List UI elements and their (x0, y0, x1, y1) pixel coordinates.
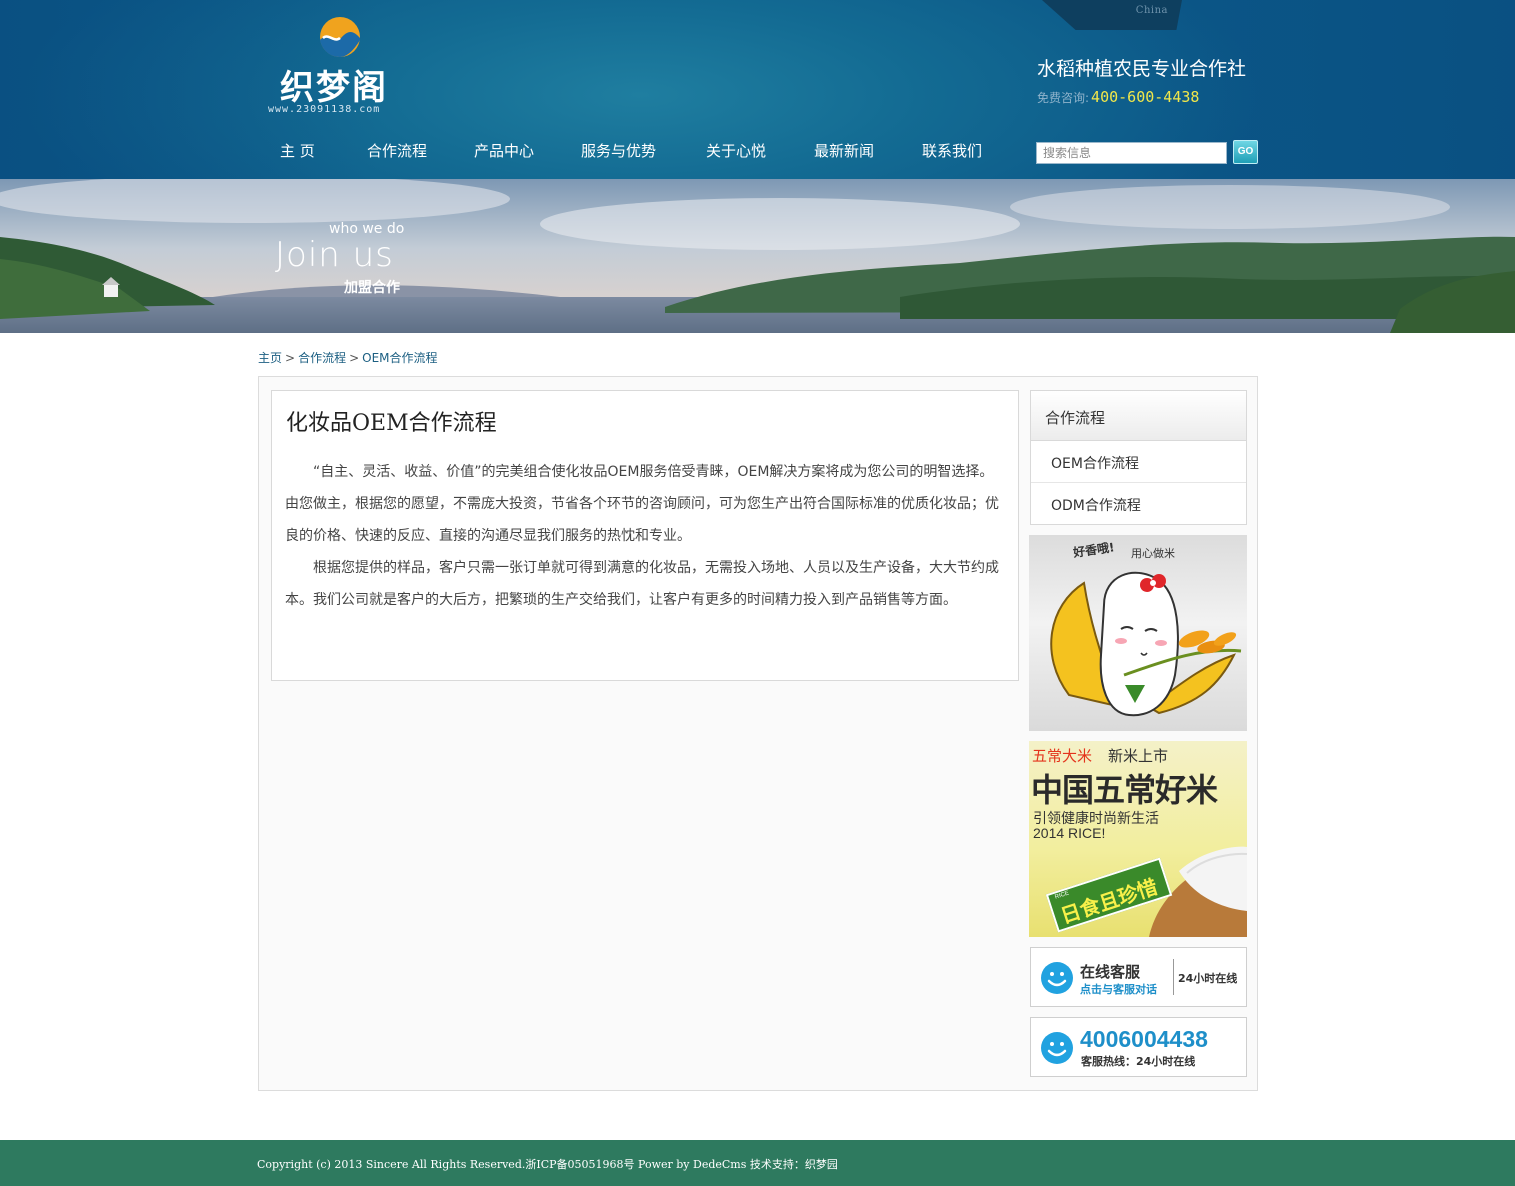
breadcrumb-separator: > (349, 351, 360, 365)
hotline: 免费咨询: 400-600-4438 (1037, 87, 1199, 106)
hotline-phone-number: 4006004438 (1080, 1026, 1208, 1052)
hotline-subtitle: 客服热线：24小时在线 (1081, 1055, 1196, 1068)
page-title: 化妆品OEM合作流程 (286, 411, 497, 436)
promo-wuchang-rice[interactable]: 五常大米 新米上市 中国五常好米 引领健康时尚新生活 2014 RICE! RI… (1029, 741, 1247, 937)
service-subtitle: 点击与客服对话 (1080, 983, 1157, 996)
breadcrumb-current[interactable]: OEM合作流程 (362, 351, 437, 365)
sidebar-title: 合作流程 (1031, 391, 1246, 441)
hotline-label: 免费咨询: (1037, 91, 1090, 105)
nav-item-contact[interactable]: 联系我们 (922, 140, 982, 161)
nav-item-home[interactable]: 主 页 (280, 140, 315, 161)
site-logo[interactable]: 织梦阁 www.23091138.com (266, 14, 412, 118)
promo1-text2: 用心做米 (1131, 547, 1175, 560)
site-header: China 织梦阁 www.23091138.com 水稻种植农民专业合作社 免… (0, 0, 1515, 179)
language-label: China (1135, 5, 1168, 16)
promo-rice-mascot[interactable]: 好香哦! 用心做米 (1029, 535, 1247, 731)
footer-copyright: Copyright (c) 2013 Sincere All Rights Re… (257, 1158, 838, 1171)
nav-item-news[interactable]: 最新新闻 (814, 140, 874, 161)
hotline-number: 400-600-4438 (1091, 88, 1200, 106)
sidebar-item-odm[interactable]: ODM合作流程 (1031, 483, 1246, 525)
logo-emblem-icon (320, 17, 360, 57)
breadcrumb-cooperation[interactable]: 合作流程 (298, 351, 346, 365)
breadcrumb-separator: > (285, 351, 296, 365)
service-title: 在线客服 (1080, 963, 1141, 981)
banner-subtitle-cn: 加盟合作 (344, 280, 400, 296)
sidebar-title-label: 合作流程 (1045, 409, 1106, 427)
sidebar-item-label: ODM合作流程 (1051, 498, 1141, 514)
nav-item-products[interactable]: 产品中心 (474, 140, 534, 161)
hotline-button[interactable]: 4006004438 客服热线：24小时在线 (1030, 1017, 1247, 1077)
cooperative-name: 水稻种植农民专业合作社 (1037, 58, 1247, 80)
smile-icon (1041, 962, 1073, 994)
logo-url: www.23091138.com (268, 104, 381, 115)
nav-item-about[interactable]: 关于心悦 (706, 140, 766, 161)
online-service-button[interactable]: 在线客服 点击与客服对话 24小时在线 (1030, 947, 1247, 1007)
sidebar-item-label: OEM合作流程 (1051, 456, 1139, 472)
sidebar-menu: 合作流程 OEM合作流程 ODM合作流程 (1030, 390, 1247, 525)
article-paragraph: “自主、灵活、收益、价值”的完美组合使化妆品OEM服务倍受青睐，OEM解决方案将… (285, 464, 999, 544)
breadcrumb-home[interactable]: 主页 (258, 351, 282, 365)
nav-item-services[interactable]: 服务与优势 (581, 140, 656, 161)
article-panel: 化妆品OEM合作流程 “自主、灵活、收益、价值”的完美组合使化妆品OEM服务倍受… (271, 390, 1019, 681)
service-hours: 24小时在线 (1178, 972, 1238, 985)
logo-text: 织梦阁 (280, 68, 388, 108)
search-input[interactable] (1036, 142, 1227, 164)
banner-title: Join us (275, 235, 394, 275)
search-go-button[interactable]: GO (1233, 140, 1258, 164)
nav-item-cooperation[interactable]: 合作流程 (367, 140, 427, 161)
page-banner: who we do Join us 加盟合作 (0, 179, 1515, 333)
breadcrumb: 主页 > 合作流程 > OEM合作流程 (258, 349, 438, 366)
site-footer: Copyright (c) 2013 Sincere All Rights Re… (0, 1140, 1515, 1186)
service-divider (1173, 959, 1174, 995)
rice-mascot-image (1050, 571, 1242, 717)
smile-icon (1041, 1032, 1073, 1064)
sidebar-item-oem[interactable]: OEM合作流程 (1031, 441, 1246, 483)
article-paragraph: 根据您提供的样品，客户只需一张订单就可得到满意的化妆品，无需投入场地、人员以及生… (285, 560, 999, 608)
lake-landscape-image (0, 179, 1515, 333)
article-body: “自主、灵活、收益、价值”的完美组合使化妆品OEM服务倍受青睐，OEM解决方案将… (285, 456, 1007, 616)
